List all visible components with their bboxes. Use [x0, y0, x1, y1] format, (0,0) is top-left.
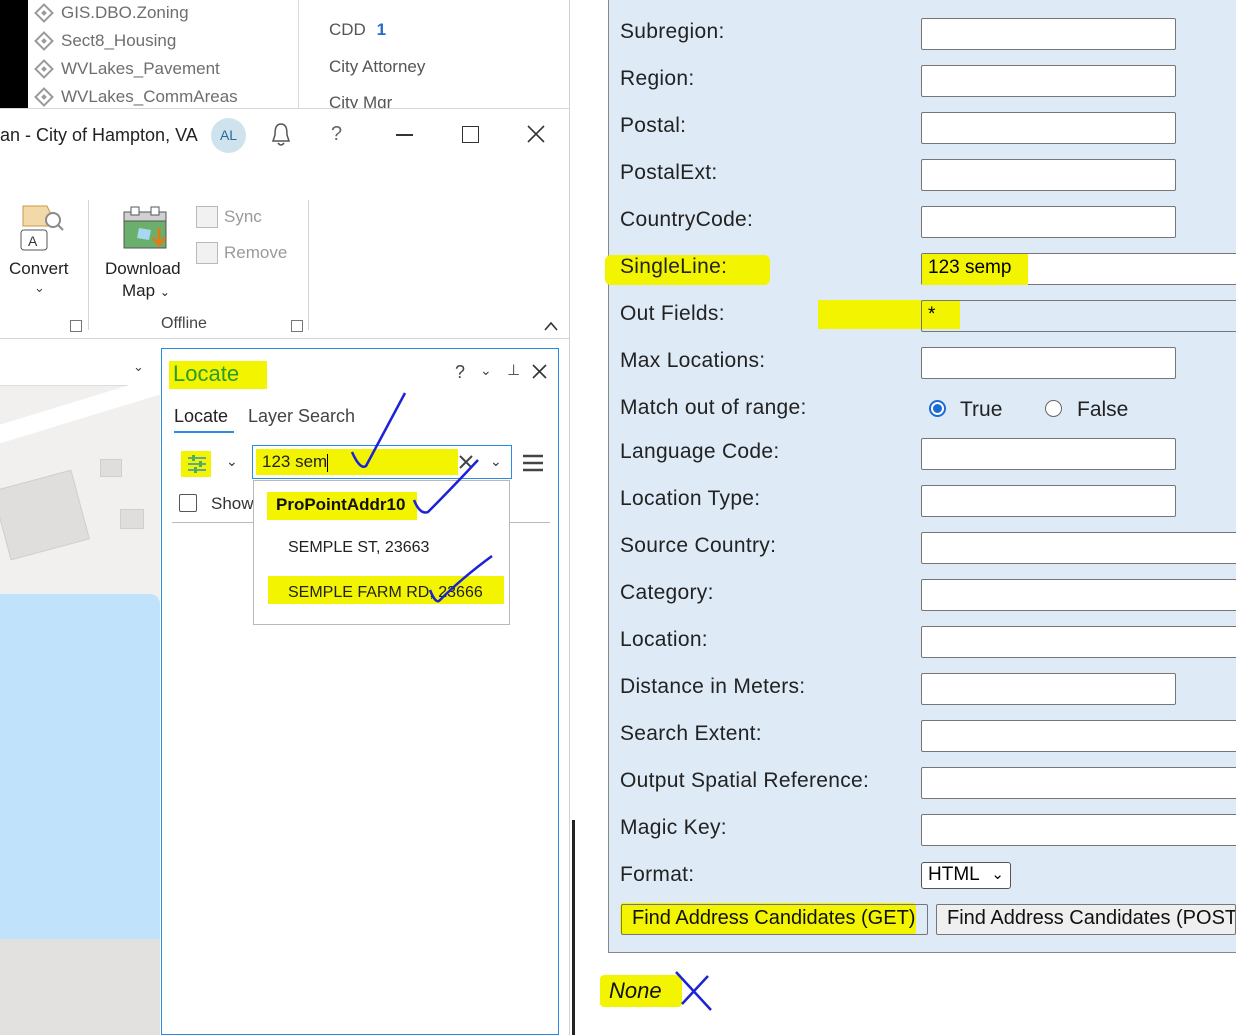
checkmark-icon: [350, 392, 407, 468]
cross-icon: [675, 971, 712, 1011]
checkmark-icon: [412, 459, 479, 514]
checkmark-icon: [428, 554, 493, 603]
pen-annotations: [350, 392, 712, 1011]
